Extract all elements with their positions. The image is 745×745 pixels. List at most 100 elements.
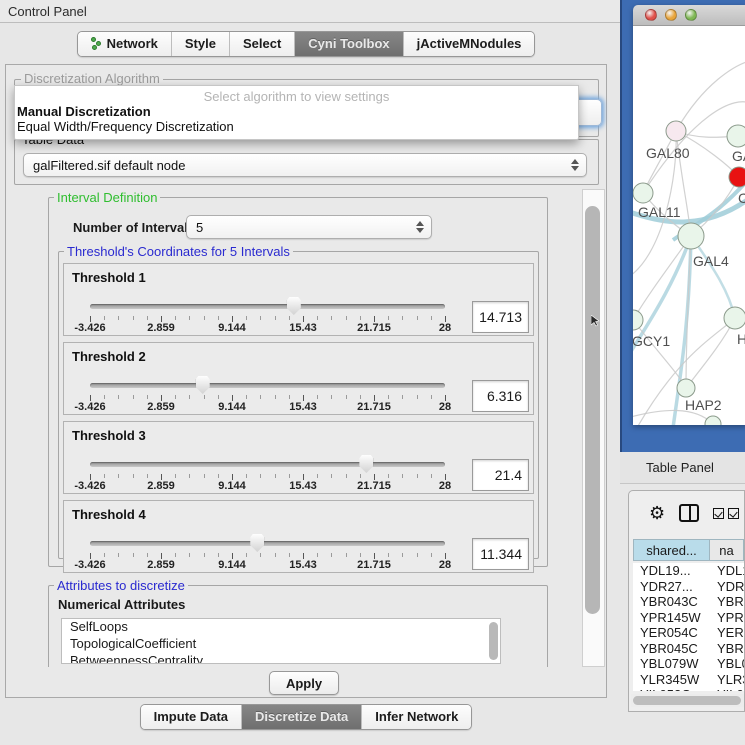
cell-name[interactable]: YLR3 xyxy=(710,672,744,688)
slider-tick-label: 28 xyxy=(439,322,451,334)
slider-tick-label: 9.144 xyxy=(218,480,246,492)
network-node[interactable] xyxy=(633,183,653,203)
cell-shared-name[interactable]: YBR043C xyxy=(633,594,710,610)
cell-shared-name[interactable]: YBR045C xyxy=(633,641,710,657)
slider-track[interactable] xyxy=(90,304,445,309)
slider-track[interactable] xyxy=(90,462,445,467)
tab-discretize-data[interactable]: Discretize Data xyxy=(242,705,362,729)
attributes-scrollbar-thumb[interactable] xyxy=(489,622,498,660)
network-edge[interactable] xyxy=(676,60,745,131)
slider-track[interactable] xyxy=(90,541,445,546)
numerical-attributes-list[interactable]: SelfLoopsTopologicalCoefficientBetweenne… xyxy=(61,618,501,664)
tab-jactivemnodules[interactable]: jActiveMNodules xyxy=(404,32,535,56)
network-edge[interactable] xyxy=(633,320,686,388)
network-canvas[interactable]: GAL80GACGAL11GAL4GCY1HHAP2 xyxy=(633,26,745,425)
number-of-intervals-combo[interactable]: 5 xyxy=(186,215,432,239)
interval-definition-label: Interval Definition xyxy=(54,190,160,205)
minimize-traffic-light-icon[interactable] xyxy=(665,9,677,21)
gear-icon[interactable]: ⚙ xyxy=(649,504,665,522)
slider-tick xyxy=(104,553,105,557)
attribute-list-item[interactable]: SelfLoops xyxy=(62,619,500,636)
table-hscrollbar-thumb[interactable] xyxy=(633,696,741,705)
zoom-traffic-light-icon[interactable] xyxy=(685,9,697,21)
network-node[interactable] xyxy=(678,223,704,249)
tab-style[interactable]: Style xyxy=(172,32,230,56)
cell-shared-name[interactable]: YBL079W xyxy=(633,656,710,672)
threshold-value-field[interactable]: 11.344 xyxy=(472,538,529,570)
network-node[interactable] xyxy=(666,121,686,141)
threshold-value-field[interactable]: 21.4 xyxy=(472,459,529,491)
column-header-shared-name[interactable]: shared... xyxy=(633,539,710,561)
network-node[interactable] xyxy=(633,310,643,330)
slider-tick xyxy=(388,316,389,320)
network-node[interactable] xyxy=(727,125,745,147)
tab-network[interactable]: Network xyxy=(78,32,172,56)
tab-cyni-toolbox[interactable]: Cyni Toolbox xyxy=(295,32,403,56)
slider-tick xyxy=(260,316,261,320)
columns-icon[interactable] xyxy=(679,504,699,522)
attribute-list-item[interactable]: BetweennessCentrality xyxy=(62,653,500,664)
cell-name[interactable]: YBR0 xyxy=(710,594,744,610)
attribute-list-item[interactable]: TopologicalCoefficient xyxy=(62,636,500,653)
cell-shared-name[interactable]: YDR27... xyxy=(633,579,710,595)
cell-shared-name[interactable]: YLR345W xyxy=(633,672,710,688)
cell-shared-name[interactable]: YDL19... xyxy=(633,563,710,579)
table-body[interactable]: YDL19...YDL1YDR27...YDR2YBR043CYBR0YPR14… xyxy=(633,563,744,691)
cell-name[interactable]: YDR2 xyxy=(710,579,744,595)
table-row[interactable]: YBR043CYBR0 xyxy=(633,594,744,610)
table-row[interactable]: YBL079WYBL0 xyxy=(633,656,744,672)
network-node[interactable] xyxy=(705,416,721,425)
network-node[interactable] xyxy=(729,167,745,187)
network-window-titlebar[interactable] xyxy=(633,5,745,26)
popup-item-equal-width[interactable]: Equal Width/Frequency Discretization xyxy=(17,119,234,134)
cell-name[interactable]: YIL0 xyxy=(710,687,744,691)
slider-thumb[interactable] xyxy=(250,534,264,552)
cell-name[interactable]: YER0 xyxy=(710,625,744,641)
cell-name[interactable]: YBR0 xyxy=(710,641,744,657)
network-node[interactable] xyxy=(677,379,695,397)
tab-impute-data[interactable]: Impute Data xyxy=(141,705,242,729)
popup-item-manual-discretization[interactable]: Manual Discretization xyxy=(17,104,151,119)
cell-shared-name[interactable]: YER054C xyxy=(633,625,710,641)
cell-name[interactable]: YBL0 xyxy=(710,656,744,672)
table-row[interactable]: YDL19...YDL1 xyxy=(633,563,744,579)
slider-thumb[interactable] xyxy=(196,376,210,394)
table-row[interactable]: YIL052CYIL0 xyxy=(633,687,744,691)
slider-thumb[interactable] xyxy=(359,455,373,473)
apply-button[interactable]: Apply xyxy=(269,671,339,695)
network-edge[interactable] xyxy=(633,236,691,320)
cell-name[interactable]: YPR1 xyxy=(710,610,744,626)
column-header-name[interactable]: na xyxy=(710,539,744,561)
close-traffic-light-icon[interactable] xyxy=(645,9,657,21)
threshold-value-field[interactable]: 14.713 xyxy=(472,301,529,333)
table-row[interactable]: YPR145WYPR1 xyxy=(633,610,744,626)
settings-scrollbar-thumb[interactable] xyxy=(585,206,600,614)
tab-infer-network[interactable]: Infer Network xyxy=(362,705,471,729)
slider-tick-label: 2.859 xyxy=(147,480,175,492)
table-data-combo[interactable]: galFiltered.sif default node xyxy=(23,153,587,177)
cell-shared-name[interactable]: YIL052C xyxy=(633,687,710,691)
slider-tick xyxy=(246,316,247,320)
checkbox-checked-icon[interactable] xyxy=(713,508,724,519)
network-edge[interactable] xyxy=(691,236,735,318)
table-row[interactable]: YER054CYER0 xyxy=(633,625,744,641)
table-row[interactable]: YBR045CYBR0 xyxy=(633,641,744,657)
settings-scrollbar[interactable] xyxy=(582,189,605,667)
number-of-intervals-label: Number of Intervals xyxy=(73,220,195,235)
threshold-value-field[interactable]: 6.316 xyxy=(472,380,529,412)
slider-track[interactable] xyxy=(90,383,445,388)
network-node[interactable] xyxy=(724,307,745,329)
table-row[interactable]: YDR27...YDR2 xyxy=(633,579,744,595)
slider-tick-label: 21.715 xyxy=(357,401,391,413)
tab-select[interactable]: Select xyxy=(230,32,295,56)
network-window[interactable]: GAL80GACGAL11GAL4GCY1HHAP2 xyxy=(633,5,745,425)
slider-tick xyxy=(189,316,190,320)
checkbox-checked-icon[interactable] xyxy=(728,508,739,519)
slider-tick xyxy=(175,474,176,478)
cell-shared-name[interactable]: YPR145W xyxy=(633,610,710,626)
cell-name[interactable]: YDL1 xyxy=(710,563,744,579)
network-edge[interactable] xyxy=(643,131,676,193)
table-row[interactable]: YLR345WYLR3 xyxy=(633,672,744,688)
slider-thumb[interactable] xyxy=(287,297,301,315)
table-hscrollbar[interactable] xyxy=(631,694,744,707)
